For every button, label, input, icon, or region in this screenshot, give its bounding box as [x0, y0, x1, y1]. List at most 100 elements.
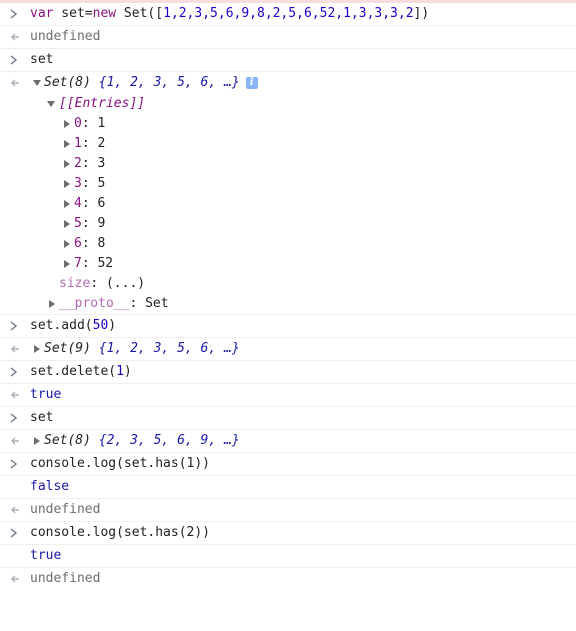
- set-entry-item[interactable]: 3: 5: [0, 174, 576, 194]
- set-entry-item[interactable]: 2: 3: [0, 154, 576, 174]
- set-entry-key: 0: [74, 116, 82, 131]
- set-entry-separator: :: [81, 136, 98, 151]
- set-entry-key: 2: [74, 156, 82, 171]
- set-entry-value: 2: [97, 136, 106, 151]
- proto-property[interactable]: __proto__: Set: [0, 294, 576, 314]
- code-text: ): [108, 318, 117, 333]
- code-text: ]): [413, 6, 430, 21]
- result-arrow-icon: [10, 430, 24, 452]
- code-text: set=: [53, 6, 93, 21]
- result-arrow-icon: [10, 26, 24, 48]
- console-log-text: true: [30, 548, 62, 563]
- set-entry-value: 5: [97, 176, 106, 191]
- set-summary-values: {2, 3, 5, 6, 9, …}: [98, 433, 240, 448]
- proto-text: __proto__: Set: [59, 296, 169, 311]
- console-input-row[interactable]: set.delete(1): [0, 361, 576, 384]
- set-entry-value: 8: [97, 236, 106, 251]
- expand-triangle-icon[interactable]: [62, 199, 72, 209]
- console-output-row: undefined: [0, 499, 576, 522]
- set-entry-text: 3: 5: [74, 174, 105, 194]
- entries-label: [[Entries]]: [59, 96, 146, 111]
- console-input-row[interactable]: console.log(set.has(2)): [0, 522, 576, 545]
- code-numbers: 1,2,3,5,6,9,8,2,5,6,52,1,3,3,3,2: [163, 6, 414, 21]
- expand-triangle-icon[interactable]: [47, 299, 57, 309]
- console-input-text: var set=new Set([1,2,3,5,6,9,8,2,5,6,52,…: [30, 3, 429, 25]
- expand-triangle-icon[interactable]: [32, 344, 42, 354]
- console-input-text: set.add(50): [30, 315, 116, 337]
- code-text: Set([: [116, 6, 164, 21]
- set-entry-key: 1: [74, 136, 82, 151]
- expand-triangle-icon[interactable]: [62, 159, 72, 169]
- expand-triangle-icon[interactable]: [62, 119, 72, 129]
- keyword-var: var: [30, 6, 54, 21]
- expand-triangle-icon[interactable]: [62, 259, 72, 269]
- keyword-new: new: [92, 6, 117, 21]
- code-text: set.add(: [30, 318, 93, 333]
- code-text: ): [123, 364, 132, 379]
- console-output-text: undefined: [30, 571, 101, 586]
- console-output-row[interactable]: Set(9) {1, 2, 3, 5, 6, …}: [0, 338, 576, 361]
- collapse-triangle-icon[interactable]: [46, 99, 56, 109]
- entries-group-header[interactable]: [[Entries]]: [0, 94, 576, 114]
- set-entry-value: 3: [97, 156, 106, 171]
- proto-value: Set: [145, 296, 169, 311]
- expand-triangle-icon[interactable]: [62, 139, 72, 149]
- console-input-row[interactable]: set: [0, 407, 576, 430]
- set-summary-label: Set(8): [44, 433, 91, 448]
- console-input-text: console.log(set.has(1)): [30, 456, 211, 471]
- set-entry-item[interactable]: 5: 9: [0, 214, 576, 234]
- console-input-text: set: [30, 52, 54, 67]
- set-entry-key: 5: [74, 216, 82, 231]
- set-entry-item[interactable]: 6: 8: [0, 234, 576, 254]
- info-icon[interactable]: i: [245, 76, 258, 89]
- console-output-text: undefined: [30, 502, 101, 517]
- console-input-row[interactable]: set.add(50): [0, 315, 576, 338]
- set-entry-separator: :: [81, 256, 98, 271]
- set-entry-text: 7: 52: [74, 254, 113, 274]
- set-entry-item[interactable]: 7: 52: [0, 254, 576, 274]
- console-input-row[interactable]: var set=new Set([1,2,3,5,6,9,8,2,5,6,52,…: [0, 3, 576, 26]
- result-arrow-icon: [10, 499, 24, 521]
- set-entry-key: 3: [74, 176, 82, 191]
- code-number: 50: [92, 318, 109, 333]
- set-summary-label: Set(8): [44, 75, 91, 90]
- prompt-chevron-icon: [10, 3, 24, 25]
- set-entry-key: 4: [74, 196, 82, 211]
- set-entry-value: 1: [97, 116, 106, 131]
- collapse-triangle-icon[interactable]: [32, 78, 42, 88]
- set-entry-text: 0: 1: [74, 114, 105, 134]
- expand-triangle-icon[interactable]: [62, 179, 72, 189]
- set-entry-item[interactable]: 0: 1: [0, 114, 576, 134]
- size-key: size: [59, 276, 91, 291]
- prompt-chevron-icon: [10, 315, 24, 337]
- set-entry-separator: :: [81, 196, 98, 211]
- set-summary-text: Set(9) {1, 2, 3, 5, 6, …}: [44, 338, 240, 360]
- set-summary-line[interactable]: Set(8) {1, 2, 3, 5, 6, …} i: [0, 72, 576, 94]
- set-summary-text: Set(8) {2, 3, 5, 6, 9, …}: [44, 430, 240, 452]
- result-arrow-icon: [10, 568, 24, 590]
- console-input-row[interactable]: set: [0, 49, 576, 72]
- set-entry-text: 1: 2: [74, 134, 105, 154]
- console-output-row: undefined: [0, 26, 576, 49]
- expand-triangle-icon[interactable]: [62, 219, 72, 229]
- console-log-row: false: [0, 476, 576, 499]
- set-entry-value: 9: [97, 216, 106, 231]
- set-entry-item[interactable]: 1: 2: [0, 134, 576, 154]
- console-input-text: set.delete(1): [30, 361, 132, 383]
- set-entry-value: 6: [97, 196, 106, 211]
- console-log-row: true: [0, 545, 576, 568]
- prompt-chevron-icon: [10, 522, 24, 544]
- expand-triangle-icon[interactable]: [32, 436, 42, 446]
- console-input-row[interactable]: console.log(set.has(1)): [0, 453, 576, 476]
- set-entry-item[interactable]: 4: 6: [0, 194, 576, 214]
- console-output-row[interactable]: Set(8) {2, 3, 5, 6, 9, …}: [0, 430, 576, 453]
- set-entry-text: 2: 3: [74, 154, 105, 174]
- console-input-text: console.log(set.has(2)): [30, 525, 211, 540]
- prompt-chevron-icon: [10, 407, 24, 429]
- console-output-text: undefined: [30, 29, 101, 44]
- expand-triangle-icon[interactable]: [62, 239, 72, 249]
- set-entry-separator: :: [81, 216, 98, 231]
- size-property[interactable]: size: (...): [0, 274, 576, 294]
- set-entry-separator: :: [81, 116, 98, 131]
- set-entry-separator: :: [81, 236, 98, 251]
